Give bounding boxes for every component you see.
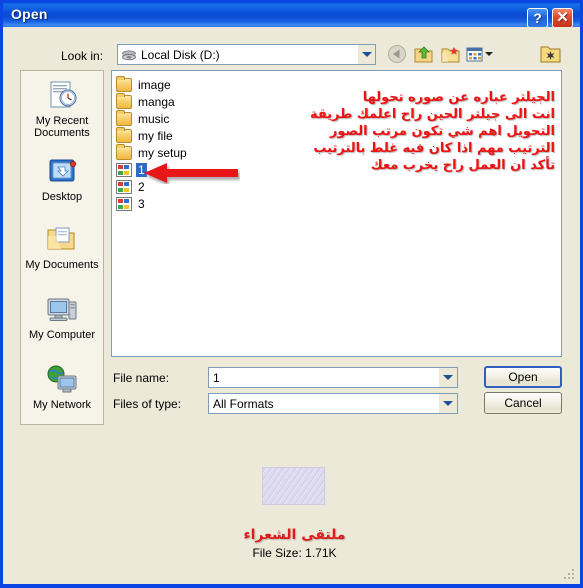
look-in-label: Look in:	[61, 49, 104, 63]
folder-icon	[116, 110, 132, 126]
arabic-annotation-text: الجيلتر عباره عن صوره تحولها انت الى جيل…	[309, 89, 555, 174]
files-of-type-label: Files of type:	[113, 397, 182, 411]
file-name-input[interactable]: 1	[208, 367, 458, 388]
views-dropdown-arrow-icon[interactable]	[485, 52, 493, 56]
image-file-icon	[116, 180, 132, 194]
folder-icon	[116, 127, 132, 143]
file-name: 2	[138, 180, 145, 194]
red-arrow-annotation-icon	[144, 163, 238, 183]
recent-documents-icon	[44, 79, 80, 113]
folder-icon	[116, 76, 132, 92]
file-name: my setup	[138, 146, 187, 160]
file-name: music	[138, 112, 170, 126]
resize-grip[interactable]	[563, 568, 576, 581]
my-network-icon	[44, 363, 80, 397]
close-button[interactable]: ✕	[552, 8, 573, 27]
look-in-value: Local Disk (D:)	[141, 48, 220, 62]
file-name-value: 1	[213, 371, 220, 385]
hard-disk-icon	[122, 50, 136, 61]
look-in-combobox[interactable]: Local Disk (D:)	[117, 44, 376, 65]
file-list[interactable]: image manga music my file my setup 1 2 3…	[111, 70, 562, 357]
file-name: 1	[136, 163, 147, 177]
annotation-line: تأكد ان العمل راح يخرب معك	[370, 158, 555, 173]
title-bar: Open ? ✕	[3, 0, 580, 27]
places-bar: My Recent Documents Desktop My Documents…	[20, 70, 104, 425]
file-name: image	[138, 78, 171, 92]
help-button[interactable]: ?	[527, 8, 548, 27]
views-icon[interactable]	[464, 44, 486, 65]
place-label: My Network	[32, 399, 92, 411]
file-name-label: File name:	[113, 371, 170, 385]
open-button[interactable]: Open	[484, 366, 562, 388]
tools-folder-icon[interactable]	[539, 43, 562, 65]
cancel-button[interactable]: Cancel	[484, 392, 562, 414]
file-size-text: File Size: 1.71K	[252, 546, 337, 560]
file-name: manga	[138, 95, 175, 109]
annotation-line: التحويل اهم شي تكون مرتب الصور	[329, 124, 555, 139]
image-file-icon	[116, 197, 132, 211]
preview-watermark-text: ملتقى الشعراء	[243, 527, 346, 543]
look-in-dropdown-arrow[interactable]	[357, 45, 375, 64]
place-label: Desktop	[41, 191, 83, 203]
back-icon[interactable]	[386, 44, 408, 65]
place-label: My Computer	[28, 329, 96, 341]
annotation-line: انت الى جيلتر الحين راح اعلمك طريقة	[309, 107, 555, 122]
folder-icon	[116, 144, 132, 160]
files-of-type-value: All Formats	[213, 397, 274, 411]
place-my-network[interactable]: My Network	[21, 363, 103, 411]
place-label: My Documents	[25, 259, 99, 271]
place-my-computer[interactable]: My Computer	[21, 293, 103, 341]
up-one-level-icon[interactable]	[413, 44, 435, 65]
file-name: my file	[138, 129, 173, 143]
folder-icon	[116, 93, 132, 109]
open-dialog-window: Open ? ✕ Look in: Local Disk (D:) My Rec…	[0, 0, 583, 588]
file-name: 3	[138, 197, 145, 211]
desktop-icon	[44, 155, 80, 189]
create-new-folder-icon[interactable]	[440, 44, 462, 65]
file-name-dropdown-arrow[interactable]	[439, 368, 457, 387]
place-desktop[interactable]: Desktop	[21, 155, 103, 203]
annotation-line: الترتيب مهم اذا كان فيه غلط بالترتيب	[313, 141, 555, 156]
place-my-documents[interactable]: My Documents	[21, 223, 103, 271]
my-documents-icon	[44, 223, 80, 257]
image-thumbnail	[262, 467, 325, 505]
files-of-type-select[interactable]: All Formats	[208, 393, 458, 414]
image-file-icon	[116, 163, 132, 177]
window-title: Open	[11, 6, 48, 22]
files-of-type-dropdown-arrow[interactable]	[439, 394, 457, 413]
annotation-line: الجيلتر عباره عن صوره تحولها	[362, 90, 555, 105]
place-label: My Recent Documents	[34, 115, 90, 139]
my-computer-icon	[44, 293, 80, 327]
place-my-recent-documents[interactable]: My Recent Documents	[21, 79, 103, 139]
